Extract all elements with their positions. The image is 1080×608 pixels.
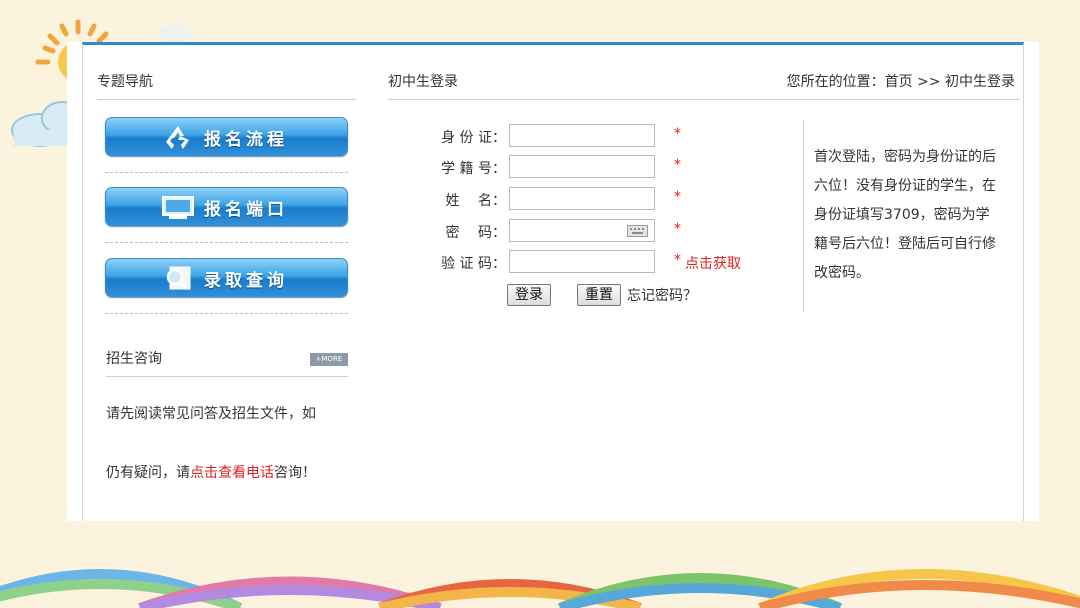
required-mark: * — [674, 252, 681, 268]
info-line: 改密码。 — [814, 265, 870, 281]
nav-button-registration-process[interactable]: 报名流程 — [105, 117, 348, 156]
name-input[interactable] — [509, 187, 655, 210]
required-mark: * — [674, 157, 681, 173]
student-number-input[interactable] — [509, 155, 655, 178]
phone-link[interactable]: 点击查看电话 — [190, 465, 274, 481]
login-info: 首次登陆，密码为身份证的后 六位！没有身份证的学生，在 身份证填写3709，密码… — [814, 143, 996, 288]
required-mark: * — [674, 221, 681, 237]
id-card-label: 身 份 证： — [441, 130, 506, 146]
breadcrumb-home[interactable]: 首页 — [885, 74, 913, 90]
consult-text-line1: 请先阅读常见问答及招生文件，如 — [106, 406, 316, 422]
name-label: 姓 名： — [445, 193, 506, 209]
info-line: 身份证填写3709，密码为学 — [814, 207, 990, 223]
reset-button[interactable]: 重置 — [577, 284, 621, 306]
info-line: 六位！没有身份证的学生，在 — [814, 178, 996, 194]
more-button[interactable]: +MORE — [310, 353, 348, 366]
page-title: 初中生登录 — [388, 74, 458, 90]
captcha-input[interactable] — [509, 250, 655, 273]
required-mark: * — [674, 189, 681, 205]
breadcrumb-separator: >> — [912, 74, 945, 90]
sidebar-title: 专题导航 — [97, 74, 153, 90]
divider — [105, 313, 348, 314]
divider — [105, 242, 348, 243]
captcha-label: 验 证 码： — [441, 256, 506, 272]
content-panel: 专题导航 报名流程 报名端口 录取查询 招生咨询 +MORE 请先阅读常见问答及… — [67, 42, 1039, 521]
forgot-password-link[interactable]: 忘记密码？ — [627, 285, 697, 305]
breadcrumb: 您所在的位置：首页 >> 初中生登录 — [787, 73, 1015, 91]
divider — [105, 172, 348, 173]
nav-button-label: 录取查询 — [204, 271, 288, 291]
recycle-icon — [166, 126, 189, 149]
magnifier-icon — [166, 266, 191, 290]
info-line: 籍号后六位！登陆后可自行修 — [814, 236, 996, 252]
consult-text-before: 仍有疑问，请 — [106, 465, 190, 481]
breadcrumb-current: 初中生登录 — [945, 74, 1015, 90]
info-divider — [803, 120, 804, 312]
consult-title-rule — [106, 376, 348, 377]
nav-button-label: 报名流程 — [204, 130, 288, 150]
info-line: 首次登陆，密码为身份证的后 — [814, 149, 996, 165]
nav-button-admission-query[interactable]: 录取查询 — [105, 258, 348, 297]
login-button[interactable]: 登录 — [507, 284, 551, 306]
password-label: 密 码： — [445, 225, 506, 241]
consult-title: 招生咨询 — [106, 351, 162, 367]
get-captcha-link[interactable]: 点击获取 — [685, 253, 741, 273]
sidebar-title-rule — [97, 99, 356, 100]
consult-text-after: 咨询！ — [274, 465, 316, 481]
rainbow-arcs — [0, 569, 1080, 608]
content-frame: 专题导航 报名流程 报名端口 录取查询 招生咨询 +MORE 请先阅读常见问答及… — [82, 42, 1024, 521]
breadcrumb-prefix: 您所在的位置： — [786, 74, 885, 90]
nav-button-registration-portal[interactable]: 报名端口 — [105, 187, 348, 226]
nav-button-label: 报名端口 — [204, 200, 288, 220]
monitor-icon — [162, 196, 194, 219]
student-number-label: 学 籍 号： — [441, 161, 506, 177]
keyboard-icon[interactable] — [627, 225, 648, 237]
main-title-rule — [388, 99, 1020, 100]
required-mark: * — [674, 126, 681, 142]
consult-text-line2: 仍有疑问，请点击查看电话咨询！ — [106, 462, 316, 482]
id-card-input[interactable] — [509, 124, 655, 147]
